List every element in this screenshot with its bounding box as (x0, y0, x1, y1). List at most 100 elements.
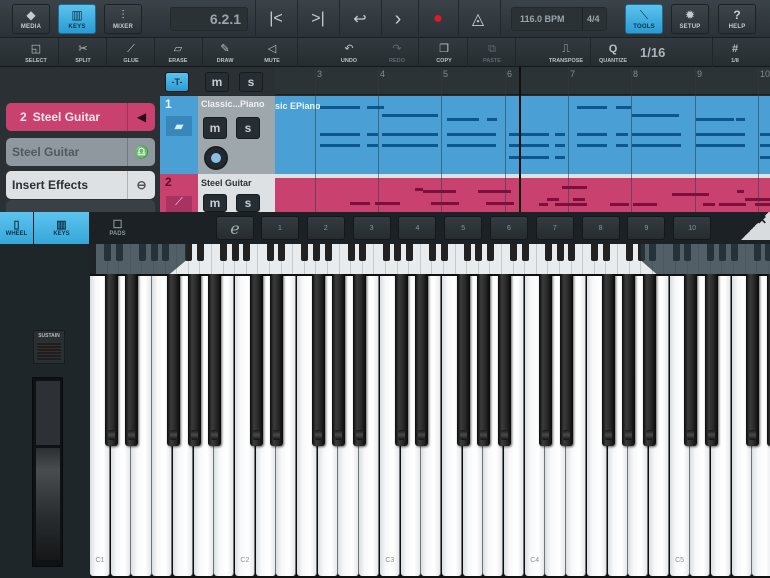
midi-note[interactable] (478, 190, 511, 193)
midi-note[interactable] (616, 133, 628, 136)
midi-note[interactable] (320, 133, 360, 136)
tempo-value[interactable]: 116.0 BPM (512, 14, 582, 24)
black-key[interactable] (498, 274, 511, 446)
black-key[interactable] (684, 274, 698, 446)
midi-note[interactable] (509, 156, 549, 159)
fit-tracks-button[interactable]: -T- (165, 72, 189, 92)
track-mute-button[interactable]: m (203, 194, 227, 212)
tools-button[interactable]: ⟍ TOOLS (625, 4, 663, 34)
midi-note[interactable] (367, 144, 378, 147)
preset-button-1[interactable]: 1 (261, 216, 299, 240)
position-display[interactable]: 6.2.1 (170, 7, 248, 31)
midi-note[interactable] (555, 133, 565, 136)
loop-button[interactable]: ↩ (340, 4, 380, 34)
black-key[interactable] (705, 274, 718, 446)
preset-button-3[interactable]: 3 (352, 216, 391, 240)
midi-note[interactable] (367, 106, 384, 109)
tempo-display[interactable]: 116.0 BPM 4/4 (511, 7, 607, 31)
insert-effects-button[interactable]: Insert Effects ⊖ (6, 171, 155, 199)
midi-note[interactable] (367, 133, 378, 136)
black-key[interactable] (601, 274, 615, 446)
pitch-wheel[interactable] (32, 377, 63, 567)
preset-button-5[interactable]: 5 (444, 216, 483, 240)
midi-note[interactable] (616, 144, 628, 147)
keys-button[interactable]: ▥ KEYS (58, 4, 96, 34)
midi-note[interactable] (320, 106, 360, 109)
keyboard-range-overview[interactable] (96, 244, 770, 274)
midi-note[interactable] (555, 144, 565, 147)
black-key[interactable] (353, 274, 367, 446)
instrument-selector[interactable]: Steel Guitar ♎ (6, 138, 155, 166)
midi-note[interactable] (669, 144, 681, 147)
midi-note[interactable] (610, 203, 629, 206)
midi-note[interactable] (509, 144, 549, 147)
global-solo-button[interactable]: s (239, 72, 263, 92)
insert-effects-icon[interactable]: ⊖ (127, 171, 155, 199)
midi-note[interactable] (760, 133, 770, 136)
black-key[interactable] (642, 274, 656, 446)
pitch-wheel-handle[interactable] (36, 448, 60, 560)
midi-note[interactable] (760, 144, 770, 147)
preset-button-8[interactable]: 8 (581, 216, 620, 240)
track-header-1[interactable]: 1 ▰ Classic...Piano m s (160, 96, 275, 174)
midi-note[interactable] (703, 203, 715, 206)
midi-note[interactable] (736, 133, 745, 136)
track-solo-button[interactable]: s (236, 117, 260, 139)
track-solo-button[interactable]: s (236, 194, 260, 212)
record-arm-button[interactable] (204, 146, 228, 170)
midi-note[interactable] (547, 198, 559, 201)
instrument-logo-button[interactable]: e (216, 216, 254, 240)
record-button[interactable]: ● (418, 4, 458, 34)
black-key[interactable] (249, 274, 263, 446)
midi-note[interactable] (423, 190, 456, 193)
instrument-bell-icon[interactable]: ♎ (127, 138, 155, 166)
close-keyboard-button[interactable]: ✕ (757, 213, 767, 227)
midi-note[interactable] (320, 144, 360, 147)
paste-button[interactable]: ⧉ PASTE (463, 40, 521, 66)
inspector-track-selector[interactable]: 2 Steel Guitar ◀ (6, 103, 155, 131)
midi-note[interactable] (415, 188, 423, 191)
midi-note[interactable] (382, 144, 438, 147)
wheel-tab[interactable]: ▯ WHEEL (0, 212, 33, 244)
time-signature[interactable]: 4/4 (582, 7, 600, 31)
midi-note[interactable] (382, 133, 438, 136)
midi-note[interactable] (672, 193, 709, 196)
play-button[interactable]: › (378, 4, 418, 34)
midi-note[interactable] (573, 198, 585, 201)
midi-note[interactable] (719, 203, 746, 206)
midi-note[interactable] (555, 156, 565, 159)
black-key[interactable] (539, 274, 553, 446)
midi-note[interactable] (509, 133, 549, 136)
black-key[interactable] (415, 274, 429, 446)
keys-tab[interactable]: ▥ KEYS (34, 212, 89, 244)
preset-button-9[interactable]: 9 (627, 216, 666, 240)
midi-note[interactable] (577, 133, 607, 136)
quantize-button[interactable]: Q QUANTIZE (584, 40, 642, 66)
midi-note[interactable] (350, 202, 370, 205)
black-key[interactable] (746, 274, 760, 446)
black-key[interactable] (311, 274, 325, 446)
black-key[interactable] (456, 274, 470, 446)
midi-note[interactable] (447, 133, 496, 136)
grid-button[interactable]: #1/8 (706, 40, 764, 66)
preset-button-6[interactable]: 6 (490, 216, 528, 240)
midi-note[interactable] (562, 186, 587, 189)
pads-tab[interactable]: ☐ PADS (95, 212, 140, 244)
midi-note[interactable] (669, 114, 679, 117)
midi-note[interactable] (486, 202, 514, 205)
black-key[interactable] (332, 274, 346, 446)
track-mute-button[interactable]: m (203, 117, 227, 139)
sustain-button[interactable]: SUSTAIN (33, 330, 65, 364)
midi-note[interactable] (577, 144, 607, 147)
preset-button-4[interactable]: 4 (398, 216, 437, 240)
black-key[interactable] (166, 274, 180, 446)
collapse-arrow-icon[interactable]: ◀ (127, 103, 155, 131)
black-key[interactable] (187, 274, 201, 446)
quantize-value[interactable]: 1/16 (640, 45, 665, 60)
midi-note[interactable] (431, 202, 459, 205)
midi-note[interactable] (616, 106, 631, 109)
global-mute-button[interactable]: m (205, 72, 229, 92)
preset-button-10[interactable]: 10 (673, 216, 712, 240)
setup-button[interactable]: ✹ SETUP (671, 4, 709, 34)
mixer-button[interactable]: ⫶ MIXER (104, 4, 142, 34)
